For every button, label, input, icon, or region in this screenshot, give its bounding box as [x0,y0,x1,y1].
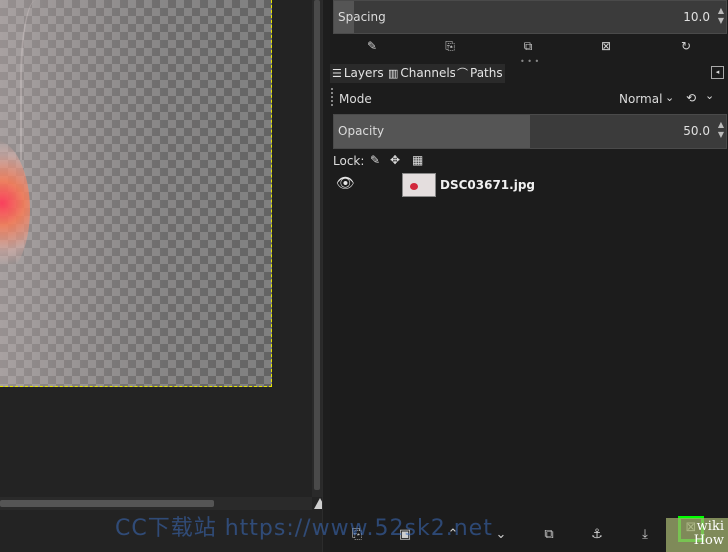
layer-name[interactable]: DSC03671.jpg [440,178,535,192]
channels-icon: ▥ [388,67,399,80]
horizontal-scrollbar-thumb[interactable] [0,500,214,507]
spin-arrows-icon[interactable]: ▲ ▼ [718,6,724,26]
layer-row[interactable]: 👁 DSC03671.jpg [330,168,728,204]
merge-down-icon[interactable]: ⤓ [636,526,654,544]
chevron-down-icon: ⌄ [665,91,675,104]
lower-layer-icon[interactable]: ⌄ [492,526,510,544]
opacity-label: Opacity [338,124,385,138]
image-canvas[interactable] [0,0,326,552]
chevron-down-icon[interactable]: ⌄ [705,89,714,102]
tab-channels-label: Channels [400,66,456,80]
tab-channels[interactable]: ▥ Channels [386,64,458,83]
vertical-scrollbar-thumb[interactable] [314,0,320,490]
watermark-text: CC下载站 https://www.52sk2.net [115,516,493,541]
tab-layers[interactable]: ☰ Layers [330,64,386,83]
dock-panel: Spacing 10.0 ▲ ▼ ✎ ⎘ ⧉ ⊠ ↻ • • • ☰ Layers … [330,0,728,552]
layers-icon: ☰ [332,67,342,80]
vertical-scrollbar[interactable] [312,0,322,497]
tab-layers-label: Layers [343,66,384,80]
opacity-field[interactable]: Opacity 50.0 ▲ ▼ [333,114,727,149]
new-brush-icon[interactable]: ⎘ [440,37,460,55]
mode-label: Mode [339,92,372,106]
tab-paths-label: Paths [470,66,503,80]
opacity-value[interactable]: 50.0 [683,124,710,138]
spacing-field[interactable]: Spacing 10.0 ▲ ▼ [333,0,727,34]
drag-handle[interactable] [331,88,335,106]
duplicate-layer-icon[interactable]: ⧉ [540,526,558,544]
reset-mode-icon[interactable]: ⟲ [686,91,696,105]
duplicate-icon[interactable]: ⧉ [518,37,538,55]
anchor-layer-icon[interactable]: ⚓ [588,526,606,544]
mode-select[interactable]: Normal ⌄ [619,91,679,108]
spin-arrows-icon[interactable]: ▲ ▼ [718,120,724,140]
tab-paths[interactable]: ⌒ Paths [455,64,505,83]
refresh-icon[interactable]: ↻ [676,37,696,55]
layer-boundary [0,0,272,387]
spacing-value[interactable]: 10.0 [683,10,710,24]
wikihow-logo-line2: How [693,533,724,548]
delete-icon[interactable]: ⊠ [596,37,616,55]
edit-brush-icon[interactable]: ✎ [362,37,382,55]
paths-icon: ⌒ [457,67,468,80]
lock-alpha-icon[interactable]: ▦ [412,153,423,167]
lock-label: Lock: [333,154,365,168]
wikihow-logo-line1: wiki [696,519,724,534]
wikihow-logo: wiki How [666,518,728,552]
lock-pixels-icon[interactable]: ✎ [370,153,380,167]
spacing-label: Spacing [338,10,386,24]
eye-icon[interactable]: 👁 [336,174,355,192]
layer-thumbnail [402,173,436,197]
horizontal-scrollbar[interactable] [0,497,312,510]
lock-position-icon[interactable]: ✥ [390,153,400,167]
mode-value: Normal [619,92,663,106]
tab-menu-icon[interactable]: ◂ [711,66,724,79]
dock-tabs: ☰ Layers ▥ Channels ⌒ Paths ◂ [330,62,728,83]
thumbnail-flower [410,183,418,190]
